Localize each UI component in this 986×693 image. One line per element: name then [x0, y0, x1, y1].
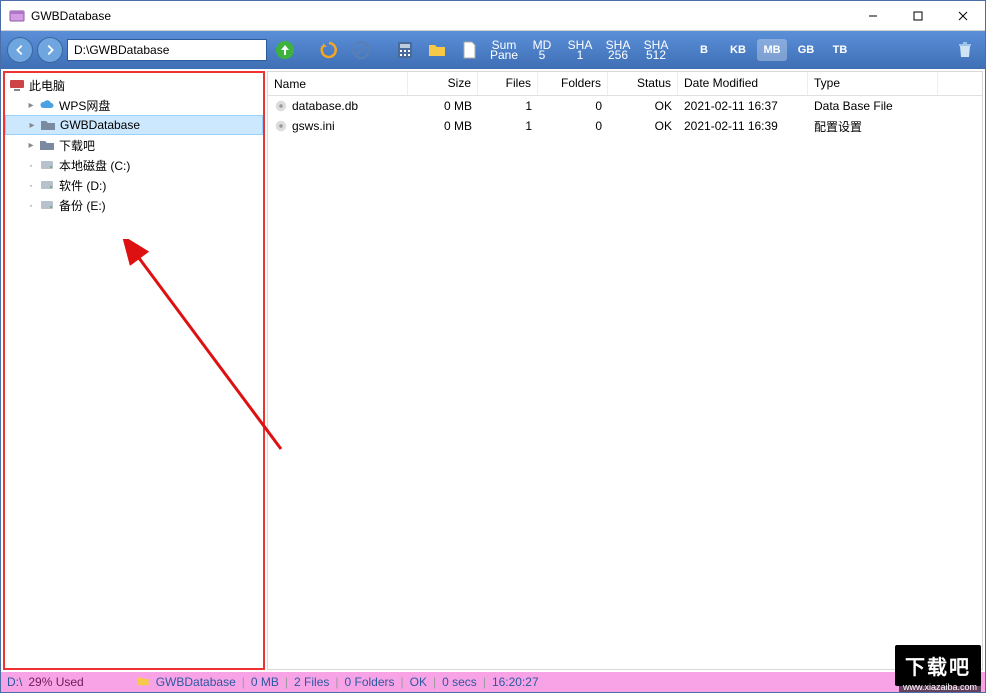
watermark-url: www.xiazaiba.com — [899, 682, 981, 692]
list-header: Name Size Files Folders Status Date Modi… — [268, 72, 982, 96]
tree-item-4[interactable]: · 软件 (D:) — [5, 175, 263, 195]
list-row[interactable]: database.db 0 MB10OK2021-02-11 16:37Data … — [268, 96, 982, 116]
file-list: Name Size Files Folders Status Date Modi… — [267, 71, 983, 670]
disk-icon — [39, 157, 55, 173]
status-ok: OK — [410, 675, 427, 689]
minimize-button[interactable] — [850, 1, 895, 30]
expander-icon[interactable]: ▸ — [25, 99, 37, 111]
tree-item-1[interactable]: ▸ GWBDatabase — [5, 115, 263, 135]
cell-date: 2021-02-11 16:39 — [678, 119, 808, 133]
tree-item-3[interactable]: · 本地磁盘 (C:) — [5, 155, 263, 175]
tree-root-label: 此电脑 — [29, 77, 65, 94]
status-folder: GWBDatabase — [156, 675, 236, 689]
tree-item-label: 本地磁盘 (C:) — [59, 157, 130, 174]
status-folders: 0 Folders — [345, 675, 395, 689]
folder-icon-small — [136, 674, 150, 691]
toolbar: SumPane MD5 SHA1 SHA256 SHA512 B KB MB G… — [1, 31, 985, 69]
tree-root[interactable]: 此电脑 — [5, 75, 263, 95]
tree-item-label: WPS网盘 — [59, 97, 110, 114]
window-title: GWBDatabase — [31, 9, 850, 23]
status-drive: D:\ — [7, 675, 22, 689]
sha1-button[interactable]: SHA1 — [563, 35, 597, 65]
trash-icon[interactable] — [951, 36, 979, 64]
col-folders[interactable]: Folders — [538, 72, 608, 95]
unit-gb[interactable]: GB — [791, 39, 821, 61]
tree-item-label: GWBDatabase — [60, 118, 140, 132]
tree-item-5[interactable]: · 备份 (E:) — [5, 195, 263, 215]
col-size[interactable]: Size — [408, 72, 478, 95]
unit-b[interactable]: B — [689, 39, 719, 61]
unit-tb[interactable]: TB — [825, 39, 855, 61]
sumpane-button[interactable]: SumPane — [487, 35, 521, 65]
app-window: GWBDatabase SumPane MD5 SHA1 SHA256 SHA5… — [0, 0, 986, 693]
md5-button[interactable]: MD5 — [525, 35, 559, 65]
tree-item-label: 软件 (D:) — [59, 177, 106, 194]
status-time: 16:20:27 — [492, 675, 539, 689]
status-used: 29% Used — [28, 675, 83, 689]
unit-kb[interactable]: KB — [723, 39, 753, 61]
expander-icon[interactable]: · — [25, 179, 37, 191]
col-name[interactable]: Name — [268, 72, 408, 95]
tree-item-2[interactable]: ▸ 下载吧 — [5, 135, 263, 155]
status-bar: D:\ 29% Used GWBDatabase | 0 MB | 2 File… — [1, 672, 985, 692]
cell-files: 1 — [478, 99, 538, 113]
col-status[interactable]: Status — [608, 72, 678, 95]
close-button[interactable] — [940, 1, 985, 30]
col-date[interactable]: Date Modified — [678, 72, 808, 95]
list-row[interactable]: gsws.ini 0 MB10OK2021-02-11 16:39配置设置 — [268, 116, 982, 136]
disk-icon — [39, 197, 55, 213]
status-size: 0 MB — [251, 675, 279, 689]
forward-button[interactable] — [37, 37, 63, 63]
window-controls — [850, 1, 985, 30]
cell-type: 配置设置 — [808, 118, 938, 135]
file-icon[interactable] — [455, 36, 483, 64]
back-button[interactable] — [7, 37, 33, 63]
cell-name: database.db — [292, 99, 358, 113]
tree-item-0[interactable]: ▸ WPS网盘 — [5, 95, 263, 115]
refresh-button[interactable] — [315, 36, 343, 64]
content-area: 此电脑 ▸ WPS网盘 ▸ GWBDatabase ▸ 下载吧 · 本地磁盘 (C:) · 软件 … — [1, 69, 985, 672]
cell-date: 2021-02-11 16:37 — [678, 99, 808, 113]
sha256-button[interactable]: SHA256 — [601, 35, 635, 65]
tree-item-label: 下载吧 — [59, 137, 95, 154]
folder-icon — [40, 117, 56, 133]
status-secs: 0 secs — [442, 675, 477, 689]
unit-mb[interactable]: MB — [757, 39, 787, 61]
cell-folders: 0 — [538, 99, 608, 113]
expander-icon[interactable]: ▸ — [25, 139, 37, 151]
expander-icon[interactable]: · — [25, 159, 37, 171]
cell-size: 0 MB — [408, 119, 478, 133]
computer-icon — [9, 77, 25, 93]
disk-icon — [39, 177, 55, 193]
status-files: 2 Files — [294, 675, 329, 689]
folder-icon[interactable] — [423, 36, 451, 64]
expander-icon[interactable]: ▸ — [26, 119, 38, 131]
calculator-icon[interactable] — [391, 36, 419, 64]
folder-icon — [39, 137, 55, 153]
folder-tree: 此电脑 ▸ WPS网盘 ▸ GWBDatabase ▸ 下载吧 · 本地磁盘 (C:) · 软件 … — [3, 71, 265, 670]
cell-size: 0 MB — [408, 99, 478, 113]
app-icon — [9, 8, 25, 24]
cell-status: OK — [608, 99, 678, 113]
list-body[interactable]: database.db 0 MB10OK2021-02-11 16:37Data … — [268, 96, 982, 669]
sha512-button[interactable]: SHA512 — [639, 35, 673, 65]
maximize-button[interactable] — [895, 1, 940, 30]
cell-type: Data Base File — [808, 99, 938, 113]
cloud-icon — [39, 97, 55, 113]
col-files[interactable]: Files — [478, 72, 538, 95]
up-button[interactable] — [271, 36, 299, 64]
expander-icon[interactable]: · — [25, 199, 37, 211]
watermark-logo: 下载吧 — [895, 645, 981, 686]
col-type[interactable]: Type — [808, 72, 938, 95]
tree-item-label: 备份 (E:) — [59, 197, 106, 214]
cell-name: gsws.ini — [292, 119, 335, 133]
cell-files: 1 — [478, 119, 538, 133]
title-bar: GWBDatabase — [1, 1, 985, 31]
cell-status: OK — [608, 119, 678, 133]
path-input[interactable] — [67, 39, 267, 61]
stop-button[interactable] — [347, 36, 375, 64]
cell-folders: 0 — [538, 119, 608, 133]
